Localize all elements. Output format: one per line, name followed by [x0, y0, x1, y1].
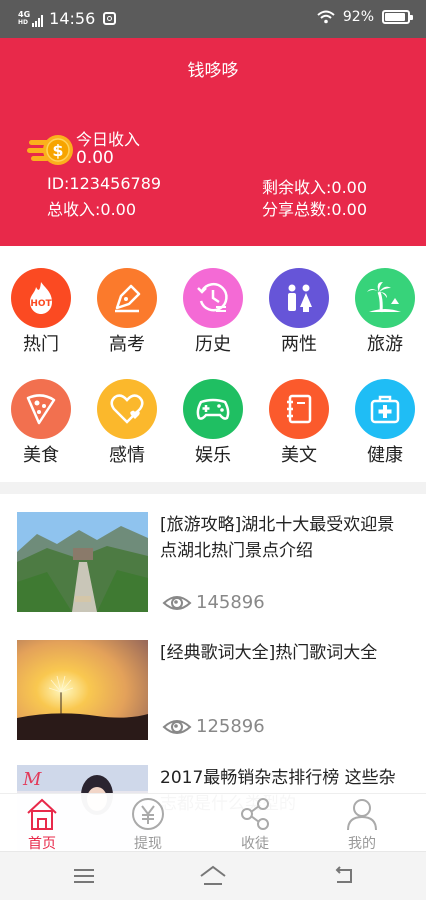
category-food[interactable]: 美食: [1, 379, 81, 467]
category-label: 美文: [281, 445, 317, 466]
history-icon: [183, 268, 243, 328]
view-count: 125896: [162, 716, 265, 737]
share-icon: [241, 798, 269, 830]
category-label: 旅游: [367, 334, 403, 355]
category-label: 高考: [109, 334, 145, 355]
today-income-label: 今日收入: [76, 130, 141, 149]
category-emotion[interactable]: 感情: [87, 379, 167, 467]
category-essay[interactable]: 美文: [259, 379, 339, 467]
category-label: 健康: [367, 445, 403, 466]
view-count-value: 125896: [196, 716, 265, 737]
bottom-tab-bar: 首页 提现 收徒 我的: [0, 793, 426, 853]
svg-text:$: $: [52, 141, 63, 160]
heart-icon: [97, 379, 157, 439]
category-label: 娱乐: [195, 445, 231, 466]
category-hot[interactable]: HOT 热门: [1, 268, 81, 356]
tab-label: 收徒: [241, 836, 269, 852]
category-travel[interactable]: 旅游: [345, 268, 425, 356]
view-count-value: 145896: [196, 592, 265, 613]
medkit-icon: [355, 379, 415, 439]
user-id: ID:123456789: [47, 174, 162, 193]
today-income-value: 0.00: [76, 148, 114, 168]
article-title: [经典歌词大全]热门歌词大全: [160, 643, 378, 663]
article-title: [旅游攻略]湖北十大最受欢迎景点湖北热门景点介绍: [160, 515, 395, 561]
gender-icon: [269, 268, 329, 328]
pen-icon: [97, 268, 157, 328]
palm-icon: [355, 268, 415, 328]
tab-withdraw[interactable]: 提现: [108, 797, 188, 853]
home-outline-icon[interactable]: [199, 864, 227, 888]
eye-icon: [162, 719, 192, 734]
article-item[interactable]: [旅游攻略]湖北十大最受欢迎景点湖北热门景点介绍 145896: [0, 512, 426, 622]
article-thumbnail: [17, 640, 148, 740]
app-screen: 4G HD 14:56 92% 钱哆哆 $ 今日收入 0.00 ID:12345…: [0, 0, 426, 900]
svg-text:HOT: HOT: [30, 299, 52, 309]
view-count: 145896: [162, 592, 265, 613]
tab-label: 首页: [28, 836, 56, 852]
gamepad-icon: [183, 379, 243, 439]
category-history[interactable]: 历史: [173, 268, 253, 356]
battery-icon: [382, 10, 413, 24]
category-health[interactable]: 健康: [345, 379, 425, 467]
hot-icon: HOT: [11, 268, 71, 328]
sync-icon: [103, 12, 117, 25]
tab-label: 提现: [134, 836, 162, 852]
category-label: 两性: [281, 334, 317, 355]
status-left: 4G HD 14:56: [18, 9, 117, 28]
app-title: 钱哆哆: [187, 61, 239, 81]
category-label: 热门: [23, 334, 59, 355]
status-time: 14:56: [49, 9, 96, 28]
remaining-income: 剩余收入:0.00: [262, 178, 368, 197]
category-entertainment[interactable]: 娱乐: [173, 379, 253, 467]
battery-percent: 92%: [342, 9, 374, 25]
home-icon: [27, 798, 57, 830]
user-icon: [347, 799, 377, 831]
tab-label: 我的: [348, 836, 376, 852]
yen-icon: [132, 798, 164, 830]
category-exam[interactable]: 高考: [87, 268, 167, 356]
total-income: 总收入:0.00: [47, 200, 137, 219]
network-label: 4G: [18, 9, 31, 19]
tab-profile[interactable]: 我的: [322, 797, 402, 853]
category-label: 美食: [23, 445, 59, 466]
notebook-icon: [269, 379, 329, 439]
svg-text:M: M: [22, 769, 42, 790]
status-right: 92%: [317, 9, 413, 25]
back-icon[interactable]: [331, 864, 355, 888]
section-divider: [0, 482, 426, 494]
wifi-icon: [317, 10, 335, 24]
status-bar: 4G HD 14:56 92%: [0, 0, 426, 38]
category-label: 历史: [195, 334, 231, 355]
article-item[interactable]: [经典歌词大全]热门歌词大全 125896: [0, 640, 426, 750]
tab-recruit[interactable]: 收徒: [215, 797, 295, 853]
category-gender[interactable]: 两性: [259, 268, 339, 356]
signal-icon: 4G HD: [18, 9, 44, 27]
system-nav-bar: [0, 851, 426, 900]
network-hd-label: HD: [18, 18, 29, 26]
menu-icon[interactable]: [72, 864, 96, 888]
share-total: 分享总数:0.00: [262, 200, 368, 219]
income-header: 钱哆哆 $ 今日收入 0.00 ID:123456789 剩余收入:0.00 总…: [0, 38, 426, 246]
article-thumbnail: [17, 512, 148, 612]
eye-icon: [162, 595, 192, 610]
coins-icon: $: [27, 135, 73, 165]
tab-home[interactable]: 首页: [2, 797, 82, 853]
pizza-icon: [11, 379, 71, 439]
category-label: 感情: [109, 445, 145, 466]
